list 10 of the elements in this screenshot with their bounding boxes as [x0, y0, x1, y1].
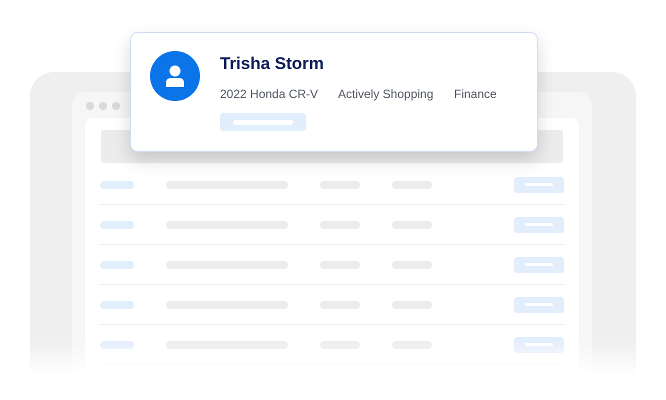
- placeholder-bar: [100, 340, 134, 348]
- contact-detail: 2022 Honda CR-V: [220, 86, 320, 103]
- contact-detail: Actively Shopping: [338, 86, 434, 103]
- contact-detail: Finance: [454, 86, 498, 103]
- placeholder-bar: [100, 180, 134, 188]
- person-icon: [165, 65, 185, 87]
- placeholder-bar: [100, 260, 134, 268]
- placeholder-bar: [100, 300, 134, 308]
- placeholder-bar: [100, 220, 134, 228]
- contact-name: Trisha Storm: [220, 53, 325, 75]
